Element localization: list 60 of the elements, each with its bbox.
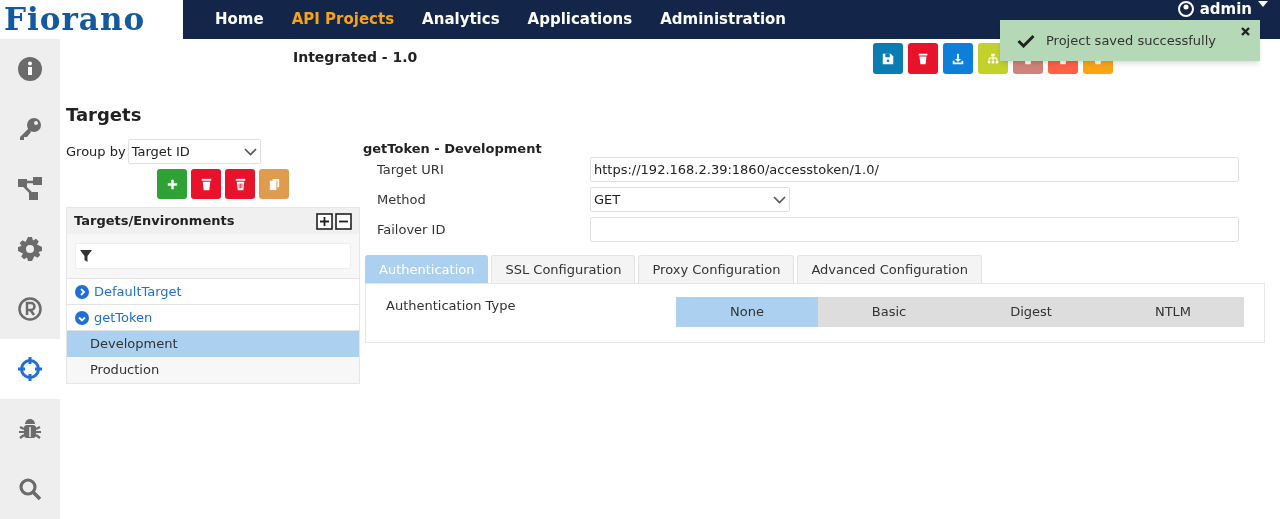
check-icon xyxy=(1017,33,1035,48)
nav-link[interactable]: Home xyxy=(215,8,264,31)
settings-icon xyxy=(18,237,42,261)
nav-link[interactable]: Administration xyxy=(660,8,787,31)
download-icon xyxy=(951,51,965,66)
save-icon xyxy=(881,51,895,66)
section-title: Targets xyxy=(66,103,143,127)
close-icon[interactable] xyxy=(1241,27,1250,36)
text-field[interactable]: https://192.168.2.39:1860/accesstoken/1.0/ xyxy=(590,157,1239,182)
caret-icon[interactable] xyxy=(1258,1,1268,7)
group-by-label: Group by xyxy=(66,142,126,161)
tree-item[interactable]: DefaultTarget xyxy=(67,279,359,305)
sidebar-item[interactable] xyxy=(0,339,60,399)
tab[interactable]: Advanced Configuration xyxy=(797,255,982,283)
sitemap-icon xyxy=(986,51,1000,66)
nav-link[interactable]: API Projects xyxy=(291,8,395,31)
panel-title: Targets/Environments xyxy=(74,212,235,231)
tab[interactable]: SSL Configuration xyxy=(491,255,636,283)
user-name[interactable]: admin xyxy=(1199,1,1252,18)
brand-logo: Fiorano xyxy=(0,0,183,39)
save-button[interactable] xyxy=(873,43,903,74)
chevron-icon xyxy=(243,147,257,156)
expand-all-icon[interactable] xyxy=(316,212,333,230)
nav-link[interactable]: Analytics xyxy=(422,8,500,31)
bug-icon xyxy=(18,417,42,441)
key-icon xyxy=(18,117,42,141)
registered-icon xyxy=(18,297,42,321)
crosshair-icon xyxy=(18,357,42,381)
tree-item[interactable]: getToken xyxy=(67,305,359,331)
trash-button[interactable] xyxy=(908,43,938,74)
segment-option[interactable]: None xyxy=(676,297,818,327)
filter-icon xyxy=(80,250,92,262)
chevron-down-icon[interactable] xyxy=(75,310,89,325)
trash-button[interactable] xyxy=(225,169,255,199)
trash-icon xyxy=(916,51,930,66)
group-by-select[interactable]: Target ID xyxy=(127,139,261,164)
user-icon xyxy=(1177,1,1194,17)
chevron-icon xyxy=(773,195,786,204)
field-label: Authentication Type xyxy=(386,297,517,315)
info-icon xyxy=(18,57,42,81)
field-label: Failover ID xyxy=(376,220,447,239)
project-title: Integrated - 1.0 xyxy=(293,48,419,67)
detail-heading: getToken - Development xyxy=(363,140,543,156)
trash-button[interactable] xyxy=(191,169,221,199)
tree-item[interactable]: Development xyxy=(67,331,359,357)
filter-field[interactable] xyxy=(75,243,351,269)
tab[interactable]: Proxy Configuration xyxy=(638,255,795,283)
text-field[interactable] xyxy=(590,217,1239,242)
download-button[interactable] xyxy=(943,43,973,74)
chevron-right-icon[interactable] xyxy=(75,284,89,299)
nav-link[interactable]: Applications xyxy=(527,8,633,31)
copy-button[interactable] xyxy=(259,169,289,199)
method-select[interactable]: GET xyxy=(590,187,790,212)
field-label: Target URI xyxy=(376,160,445,179)
search-icon xyxy=(18,477,42,501)
field-label: Method xyxy=(376,190,427,209)
plus-button[interactable] xyxy=(157,169,187,199)
collapse-all-icon[interactable] xyxy=(335,212,352,230)
hierarchy-icon xyxy=(18,177,42,201)
toast-message: Project saved successfully xyxy=(1046,31,1216,50)
